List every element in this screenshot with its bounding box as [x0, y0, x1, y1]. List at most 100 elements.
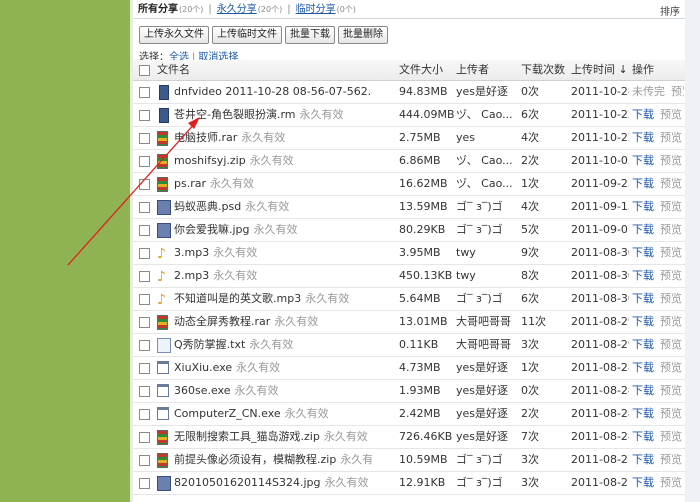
select-all-checkbox[interactable]	[139, 65, 150, 76]
preview-link[interactable]: 预览	[660, 384, 682, 397]
table-row[interactable]: Q秀防掌握.txt 永久有效 0.11KB 大哥吧哥哥 3次 2011-08-29 下载 预览	[133, 334, 685, 357]
download-link[interactable]: 下载	[632, 338, 654, 351]
upload-temp-button[interactable]: 上传临时文件	[212, 26, 282, 44]
file-name[interactable]: 不知道叫是的英文歌.mp3	[174, 292, 301, 305]
download-link[interactable]: 下载	[632, 223, 654, 236]
file-name-cell[interactable]: 不知道叫是的英文歌.mp3 永久有效	[174, 288, 372, 310]
row-checkbox[interactable]	[139, 225, 150, 236]
file-name-cell[interactable]: XiuXiu.exe 永久有效	[174, 357, 372, 379]
table-row[interactable]: ComputerZ_CN.exe 永久有效 2.42MB yes是好逐 2次 2011-0…	[133, 403, 685, 426]
batch-delete-button[interactable]: 批量删除	[338, 26, 388, 44]
row-checkbox[interactable]	[139, 455, 150, 466]
file-name[interactable]: 无限制搜索工具_猫岛游戏.zip	[174, 430, 320, 443]
file-name-cell[interactable]: Q秀防掌握.txt 永久有效	[174, 334, 372, 356]
preview-link[interactable]: 预览	[660, 453, 682, 466]
row-checkbox[interactable]	[139, 478, 150, 489]
file-name[interactable]: 苍井空-角色裂眼扮演.rm	[174, 108, 296, 121]
file-name-cell[interactable]: 无限制搜索工具_猫岛游戏.zip 永久有效	[174, 426, 372, 448]
row-checkbox[interactable]	[139, 271, 150, 282]
row-checkbox[interactable]	[139, 409, 150, 420]
file-name-cell[interactable]: 3.mp3 永久有效	[174, 242, 372, 264]
tab-permanent-shares[interactable]: 永久分享(20个)	[217, 4, 282, 15]
preview-link[interactable]: 预览	[660, 131, 682, 144]
file-name-cell[interactable]: 前提头像必须设有，模糊教程.zip 永久有效	[174, 449, 372, 471]
row-checkbox[interactable]	[139, 87, 150, 98]
file-name-cell[interactable]: 动态全屏秀教程.rar 永久有效	[174, 311, 372, 333]
preview-link[interactable]: 预览	[660, 315, 682, 328]
preview-link[interactable]: 预览	[660, 430, 682, 443]
row-checkbox[interactable]	[139, 432, 150, 443]
row-checkbox[interactable]	[139, 179, 150, 190]
file-name[interactable]: 你会爱我嘛.jpg	[174, 223, 250, 236]
file-name[interactable]: 前提头像必须设有，模糊教程.zip	[174, 453, 336, 466]
row-checkbox[interactable]	[139, 202, 150, 213]
file-name[interactable]: XiuXiu.exe	[174, 361, 232, 374]
file-name-cell[interactable]: 360se.exe 永久有效	[174, 380, 372, 402]
table-row[interactable]: 前提头像必须设有，模糊教程.zip 永久有效 10.59MB ゴ‾ з‾)ゴ 3次 201…	[133, 449, 685, 472]
table-row[interactable]: 82010501620114S324.jpg 永久有效 12.91KB ゴ‾ з‾)ゴ…	[133, 472, 685, 495]
table-row[interactable]: 无限制搜索工具_猫岛游戏.zip 永久有效 726.46KB yes是好逐 7次 2011…	[133, 426, 685, 449]
file-name-cell[interactable]: dnfvideo 2011-10-28 08-56-07-562.avi永久有效	[174, 81, 372, 103]
preview-link[interactable]: 预览	[660, 338, 682, 351]
batch-download-button[interactable]: 批量下载	[285, 26, 335, 44]
preview-link[interactable]: 预览	[660, 108, 682, 121]
download-link[interactable]: 下载	[632, 476, 654, 489]
table-row[interactable]: 苍井空-角色裂眼扮演.rm 永久有效 444.09MB ヅ、 Cao... 6次 2011…	[133, 104, 685, 127]
preview-link[interactable]: 预览	[660, 246, 682, 259]
preview-link[interactable]: 预览	[660, 154, 682, 167]
file-name-cell[interactable]: 蚂蚁恶典.psd 永久有效	[174, 196, 372, 218]
table-row[interactable]: 360se.exe 永久有效 1.93MB yes是好逐 0次 2011-08-28 下载预…	[133, 380, 685, 403]
file-name-cell[interactable]: ComputerZ_CN.exe 永久有效	[174, 403, 372, 425]
table-row[interactable]: XiuXiu.exe 永久有效 4.73MB yes是好逐 1次 2011-08-28 下载…	[133, 357, 685, 380]
file-name-cell[interactable]: 你会爱我嘛.jpg 永久有效	[174, 219, 372, 241]
col-date[interactable]: 上传时间 ↓	[571, 60, 629, 80]
download-link[interactable]: 下载	[632, 246, 654, 259]
row-checkbox[interactable]	[139, 110, 150, 121]
file-name[interactable]: moshifsyj.zip	[174, 154, 246, 167]
row-checkbox[interactable]	[139, 156, 150, 167]
preview-link[interactable]: 预览	[660, 200, 682, 213]
upload-permanent-button[interactable]: 上传永久文件	[139, 26, 209, 44]
file-name[interactable]: Q秀防掌握.txt	[174, 338, 245, 351]
download-link[interactable]: 下载	[632, 154, 654, 167]
file-name[interactable]: 360se.exe	[174, 384, 231, 397]
table-row[interactable]: 不知道叫是的英文歌.mp3 永久有效 5.64MB ゴ‾ з‾)ゴ 6次 2011-08-…	[133, 288, 685, 311]
preview-link[interactable]: 预览	[660, 177, 682, 190]
file-name[interactable]: 蚂蚁恶典.psd	[174, 200, 241, 213]
download-link[interactable]: 下载	[632, 361, 654, 374]
download-link[interactable]: 下载	[632, 292, 654, 305]
preview-link[interactable]: 预览	[660, 361, 682, 374]
download-link[interactable]: 下载	[632, 131, 654, 144]
file-name-cell[interactable]: 电脑技师.rar 永久有效	[174, 127, 372, 149]
row-checkbox[interactable]	[139, 248, 150, 259]
file-name[interactable]: 2.mp3	[174, 269, 209, 282]
table-row[interactable]: dnfvideo 2011-10-28 08-56-07-562.avi永久有效…	[133, 81, 685, 104]
table-row[interactable]: 你会爱我嘛.jpg 永久有效 80.29KB ゴ‾ з‾)ゴ 5次 2011-09-07 下…	[133, 219, 685, 242]
preview-link[interactable]: 预览	[660, 269, 682, 282]
row-checkbox[interactable]	[139, 133, 150, 144]
file-name[interactable]: 电脑技师.rar	[174, 131, 237, 144]
file-name[interactable]: ps.rar	[174, 177, 206, 190]
table-row[interactable]: ps.rar 永久有效 16.62MB ヅ、 Cao... 1次 2011-09-25 下载…	[133, 173, 685, 196]
table-row[interactable]: 动态全屏秀教程.rar 永久有效 13.01MB 大哥吧哥哥 11次 2011-08-29…	[133, 311, 685, 334]
table-row[interactable]: 蚂蚁恶典.psd 永久有效 13.59MB ゴ‾ з‾)ゴ 4次 2011-09-15 下载…	[133, 196, 685, 219]
download-link[interactable]: 下载	[632, 407, 654, 420]
download-link[interactable]: 下载	[632, 453, 654, 466]
download-link[interactable]: 下载	[632, 177, 654, 190]
table-row[interactable]: moshifsyj.zip 永久有效 6.86MB ヅ、 Cao... 2次 2011-1…	[133, 150, 685, 173]
download-link[interactable]: 下载	[632, 269, 654, 282]
tab-temporary-shares[interactable]: 临时分享(0个)	[296, 4, 356, 15]
download-link[interactable]: 下载	[632, 384, 654, 397]
download-link[interactable]: 下载	[632, 108, 654, 121]
preview-link[interactable]: 预览	[660, 292, 682, 305]
preview-link[interactable]: 预览	[671, 85, 684, 98]
row-checkbox[interactable]	[139, 317, 150, 328]
sort-button[interactable]: 排序	[660, 3, 680, 18]
row-checkbox[interactable]	[139, 363, 150, 374]
tab-all-shares[interactable]: 所有分享(20个)	[138, 4, 203, 15]
file-name[interactable]: 3.mp3	[174, 246, 209, 259]
row-checkbox[interactable]	[139, 340, 150, 351]
preview-link[interactable]: 预览	[660, 476, 682, 489]
file-name[interactable]: dnfvideo 2011-10-28 08-56-07-562.avi	[174, 85, 372, 98]
download-link[interactable]: 下载	[632, 200, 654, 213]
